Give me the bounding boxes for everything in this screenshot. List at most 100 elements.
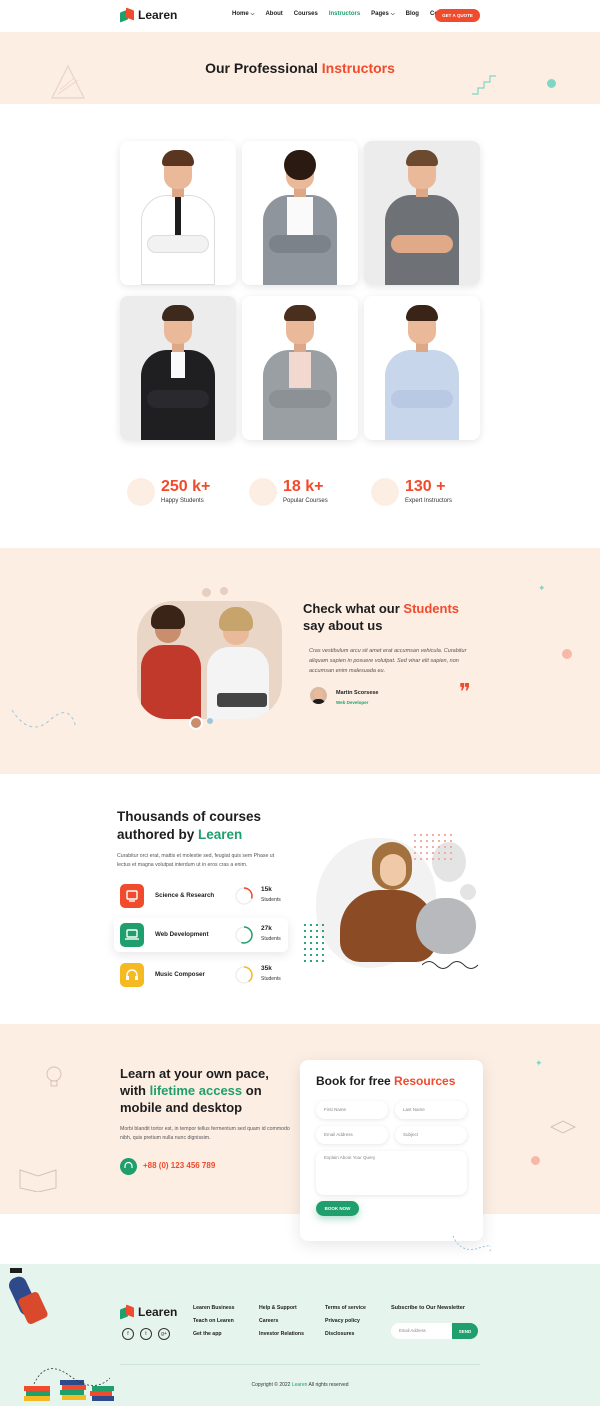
copyright: Copyright © 2022 Learen All rights reser… (251, 1382, 349, 1388)
get-a-quote-button[interactable]: GET A QUOTE (435, 9, 480, 22)
logo-text: Learen (138, 1305, 178, 1319)
logo[interactable]: Learen (120, 8, 177, 22)
footer-link[interactable]: Help & Support (259, 1305, 304, 1311)
footer-link[interactable]: Investor Relations (259, 1331, 304, 1337)
book-description: Morbi blandit tortor est, in tempor tell… (120, 1126, 290, 1141)
stat-value: 250 k+ (161, 478, 211, 495)
footer-logo[interactable]: Learen (120, 1305, 177, 1319)
course-name: Science & Research (155, 892, 215, 899)
chevron-down-icon: ⌵ (390, 11, 395, 17)
student-laptop-illustration (302, 832, 480, 972)
course-name: Web Development (155, 931, 209, 938)
sparkle-icon: ✦ (535, 1058, 543, 1068)
footer-link[interactable]: Terms of service (325, 1305, 366, 1311)
progress-ring (235, 926, 253, 944)
dot-decoration-icon (207, 718, 213, 724)
page-title: Our Professional Instructors (205, 60, 395, 76)
first-name-field[interactable]: First Name (316, 1101, 388, 1119)
footer-divider (120, 1364, 480, 1365)
stat-label: Happy Students (161, 498, 204, 504)
footer-link[interactable]: Careers (259, 1318, 304, 1324)
instructor-card[interactable] (242, 141, 358, 285)
course-count: 15k (261, 886, 272, 893)
footer-link[interactable]: Privacy policy (325, 1318, 366, 1324)
nav-home[interactable]: Home ⌵ (232, 11, 254, 17)
message-field[interactable]: Explain About Your Query (316, 1151, 467, 1195)
facebook-icon[interactable]: f (122, 1328, 134, 1340)
newsletter-email-input[interactable]: Email Address (391, 1323, 455, 1339)
instructor-card[interactable] (364, 141, 480, 285)
sparkle-icon: ✦ (538, 583, 546, 593)
book-now-button[interactable]: BOOK NOW (316, 1201, 359, 1216)
instructor-icon (371, 478, 399, 506)
google-plus-icon[interactable]: g+ (158, 1328, 170, 1340)
phone-number[interactable]: +88 (0) 123 456 789 (143, 1161, 215, 1170)
testimonial-title: Check what our Students say about us (303, 601, 460, 633)
dot-decoration-icon (531, 1156, 540, 1165)
footer-link[interactable]: Learen Business (193, 1305, 235, 1311)
logo-book-icon (120, 8, 134, 22)
courses-icon (249, 478, 277, 506)
instructor-card[interactable] (364, 296, 480, 440)
course-count: 27k (261, 925, 272, 932)
course-item[interactable]: Music Composer 35k Students (114, 958, 288, 992)
person-photo-icon (255, 302, 345, 440)
student-icon (127, 478, 155, 506)
graduate-rocket-illustration (2, 1266, 49, 1346)
chevron-down-icon: ⌵ (250, 11, 255, 17)
course-item[interactable]: Science & Research 15k Students (114, 879, 288, 913)
students-photo (137, 601, 282, 719)
instructor-card[interactable] (120, 141, 236, 285)
dot-decoration-icon (202, 588, 211, 597)
footer-link[interactable]: Disclosures (325, 1331, 366, 1337)
footer-links-col-3: Terms of service Privacy policy Disclosu… (325, 1305, 366, 1344)
nav-courses[interactable]: Courses (294, 11, 318, 17)
open-book-icon (19, 1169, 57, 1192)
nav-about[interactable]: About (265, 11, 282, 17)
course-unit: Students (261, 897, 281, 903)
course-name: Music Composer (155, 971, 205, 978)
lightbulb-icon (46, 1066, 62, 1087)
newsletter-title: Subscribe to Our Newsletter (391, 1305, 465, 1311)
nav-blog[interactable]: Blog (406, 11, 419, 17)
course-count: 35k (261, 965, 272, 972)
quote-icon: ❞ (459, 680, 471, 705)
person-photo-icon (133, 302, 223, 440)
author-avatar (310, 687, 327, 704)
headset-icon (120, 1158, 137, 1175)
twitter-icon[interactable]: t (140, 1328, 152, 1340)
logo-book-icon (120, 1305, 134, 1319)
course-item[interactable]: Web Development 27k Students (114, 918, 288, 952)
instructor-card[interactable] (242, 296, 358, 440)
nav-instructors[interactable]: Instructors (329, 11, 360, 17)
person-photo-icon (377, 302, 467, 440)
main-nav: Home ⌵ About Courses Instructors Pages ⌵ B… (232, 11, 463, 17)
subject-field[interactable]: Subject (395, 1126, 467, 1144)
book-icon (549, 1120, 577, 1134)
site-header: Learen Home ⌵ About Courses Instructors P… (0, 0, 600, 32)
instructor-card[interactable] (120, 296, 236, 440)
dot-decoration-icon (220, 587, 228, 595)
dot-decoration-icon (562, 649, 572, 659)
dot-decoration-icon (547, 79, 556, 88)
stat-value: 18 k+ (283, 478, 324, 495)
nav-pages[interactable]: Pages ⌵ (371, 11, 394, 17)
stat-label: Expert Instructors (405, 498, 453, 504)
person-photo-icon (133, 147, 223, 285)
email-field[interactable]: Email Address (316, 1126, 388, 1144)
newsletter-send-button[interactable]: SEND (452, 1323, 478, 1339)
paper-plane-icon (11, 709, 77, 729)
courses-title: Thousands of courses authored by Learen (117, 809, 262, 842)
course-unit: Students (261, 976, 281, 982)
footer-link[interactable]: Teach on Learen (193, 1318, 235, 1324)
progress-ring (235, 966, 253, 984)
zigzag-decoration-icon (472, 75, 496, 95)
last-name-field[interactable]: Last Name (395, 1101, 467, 1119)
page-hero: Our Professional Instructors (0, 32, 600, 104)
footer-link[interactable]: Get the app (193, 1331, 235, 1337)
flask-icon (120, 884, 144, 908)
progress-ring (235, 887, 253, 905)
logo-text: Learen (138, 8, 178, 22)
person-photo-icon (377, 147, 467, 285)
author-name: Martin Scorsese (336, 690, 379, 696)
